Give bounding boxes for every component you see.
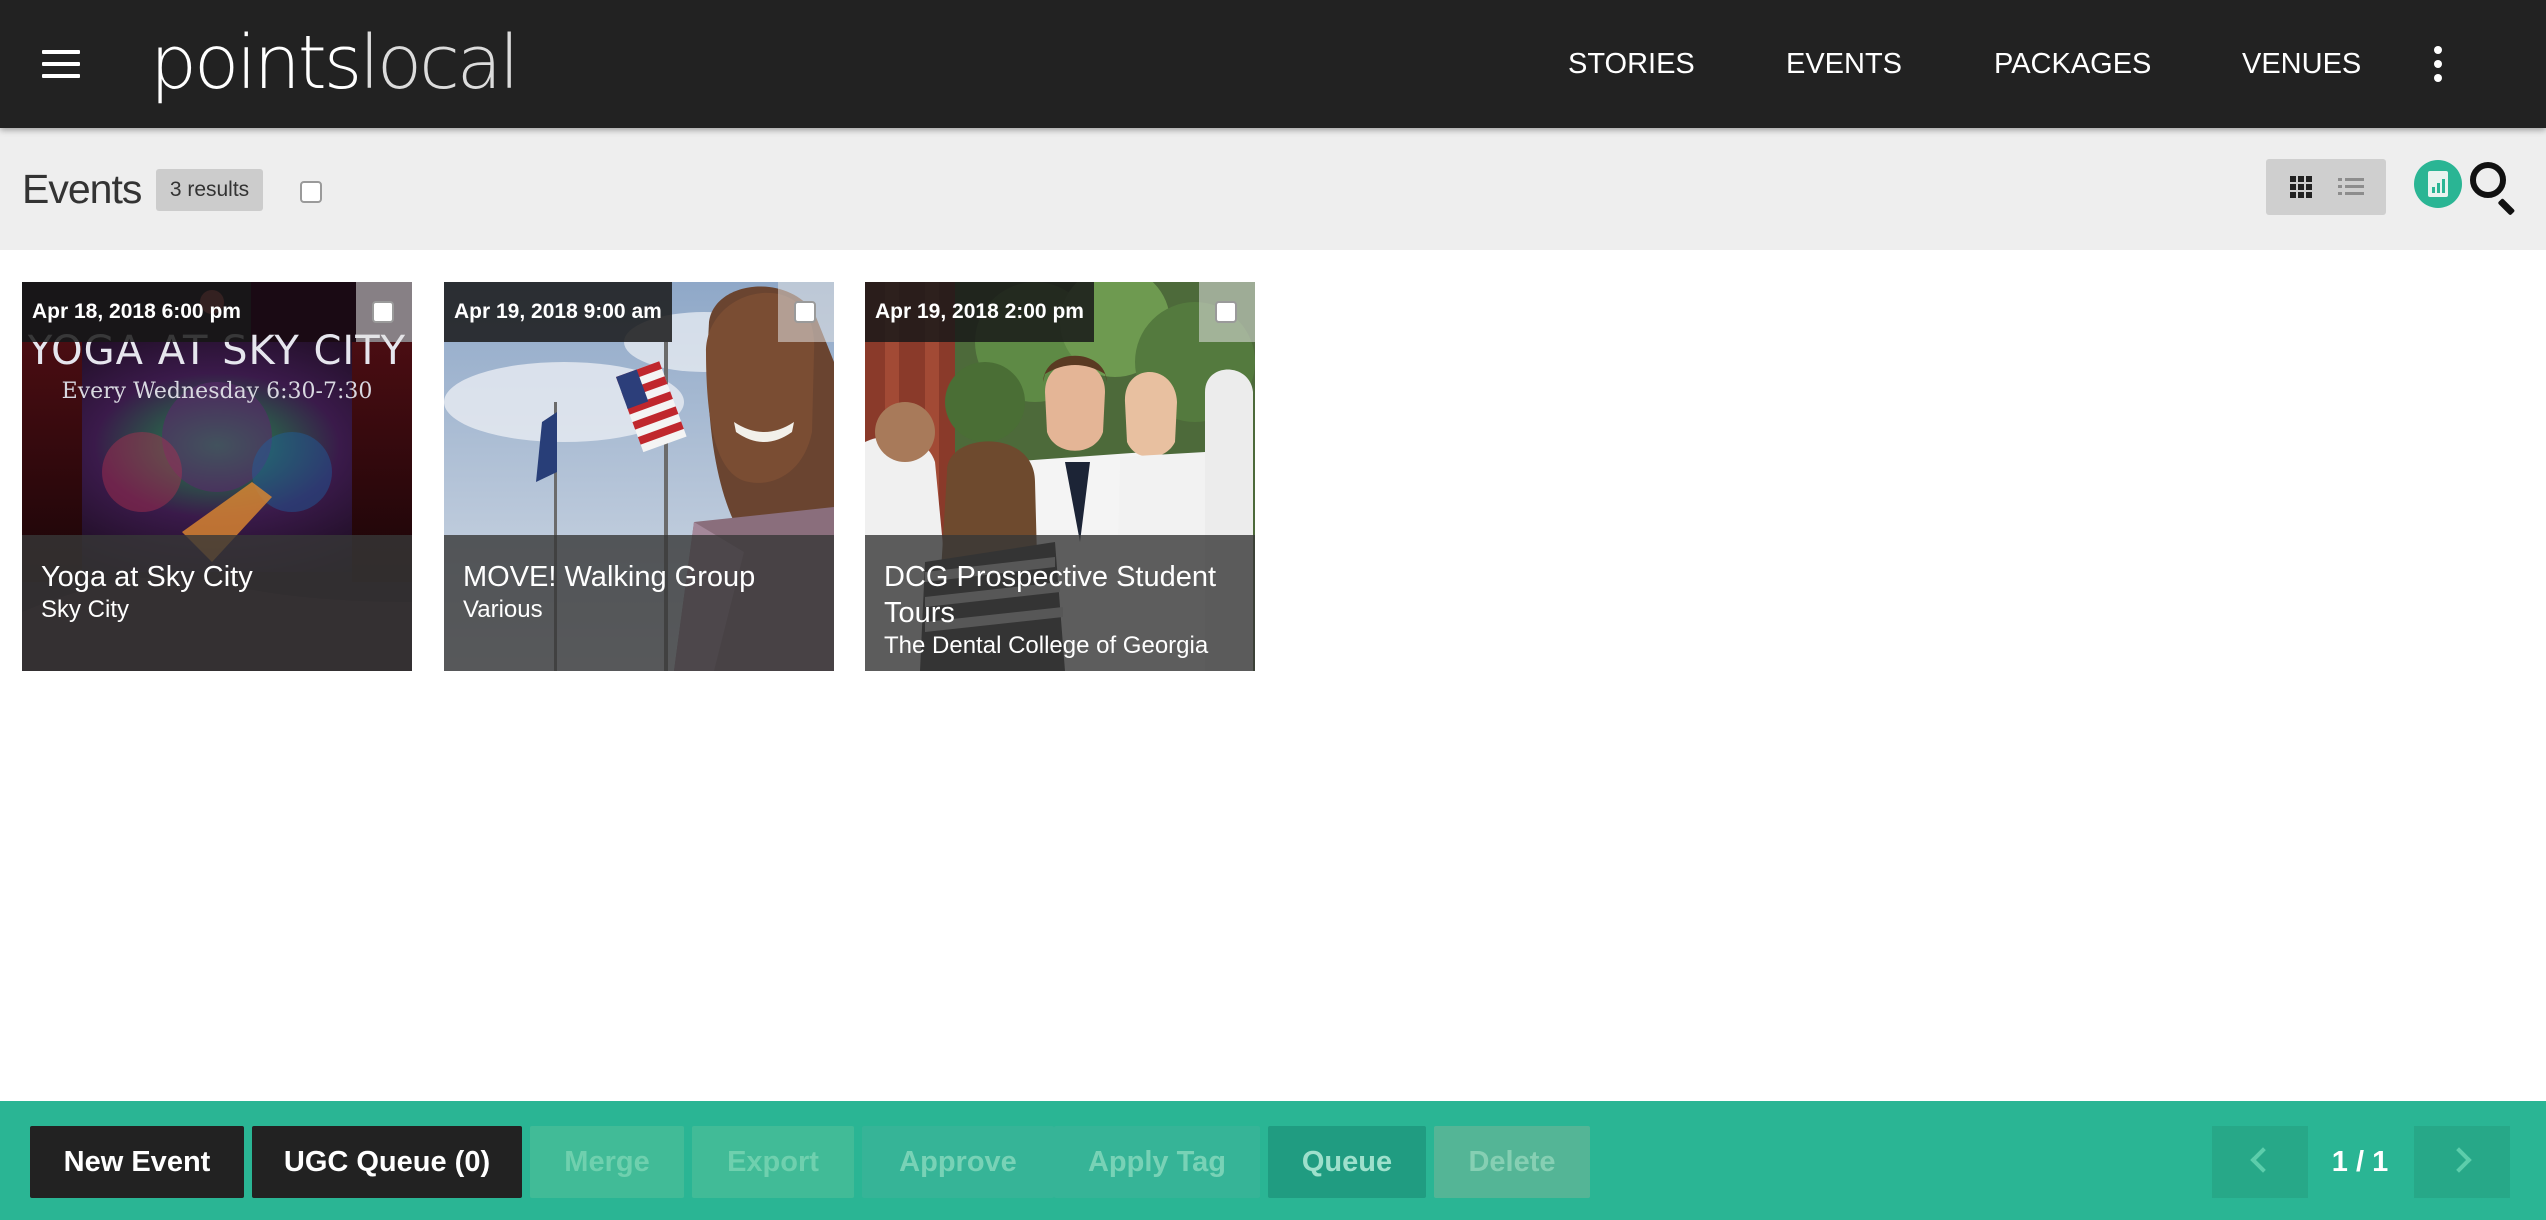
page-title: Events (22, 166, 142, 212)
view-toggle (2266, 159, 2386, 215)
event-card[interactable]: YOGA AT SKY CITY Every Wednesday 6:30-7:… (22, 282, 412, 671)
menu-icon[interactable] (42, 50, 80, 78)
toolbar (0, 128, 2546, 250)
event-title[interactable]: Yoga at Sky City (41, 559, 398, 595)
grid-view-icon[interactable] (2290, 176, 2312, 198)
more-vertical-icon[interactable] (2434, 46, 2442, 82)
chevron-right-icon[interactable] (2414, 1126, 2510, 1198)
nav-stories[interactable]: STORIES (1568, 44, 1695, 84)
event-date: Apr 19, 2018 9:00 am (444, 282, 672, 342)
top-navbar: pointslocal STORIES EVENTS PACKAGES VENU… (0, 0, 2546, 128)
page-indicator: 1 / 1 (2331, 1146, 2389, 1178)
card-checkbox-area (778, 282, 834, 342)
ugc-queue-button[interactable]: UGC Queue (0) (252, 1126, 522, 1198)
approve-button[interactable]: Approve (862, 1126, 1054, 1198)
svg-text:Every Wednesday 6:30-7:30: Every Wednesday 6:30-7:30 (62, 379, 373, 404)
results-count-badge: 3 results (156, 169, 263, 211)
card-checkbox-area (1199, 282, 1255, 342)
event-date: Apr 18, 2018 6:00 pm (22, 282, 251, 342)
search-icon[interactable] (2468, 160, 2520, 216)
merge-button[interactable]: Merge (530, 1126, 684, 1198)
delete-button[interactable]: Delete (1434, 1126, 1590, 1198)
chevron-left-icon[interactable] (2212, 1126, 2308, 1198)
event-card[interactable]: Apr 19, 2018 9:00 am MOVE! Walking Group… (444, 282, 834, 671)
nav-events[interactable]: EVENTS (1786, 44, 1902, 84)
queue-button[interactable]: Queue (1268, 1126, 1426, 1198)
event-caption: MOVE! Walking Group Various (444, 535, 834, 671)
event-venue: The Dental College of Georgia (884, 632, 1209, 659)
event-checkbox[interactable] (1215, 301, 1237, 323)
apply-tag-button[interactable]: Apply Tag (1054, 1126, 1260, 1198)
nav-packages[interactable]: PACKAGES (1994, 44, 2151, 84)
event-caption: DCG Prospective Student Tours The Dental… (865, 535, 1255, 671)
event-card[interactable]: Apr 19, 2018 2:00 pm DCG Prospective Stu… (865, 282, 1255, 671)
report-icon[interactable] (2414, 160, 2462, 208)
event-venue: Various (463, 596, 543, 623)
new-event-button[interactable]: New Event (30, 1126, 244, 1198)
event-date: Apr 19, 2018 2:00 pm (865, 282, 1094, 342)
nav-venues[interactable]: VENUES (2242, 44, 2361, 84)
export-button[interactable]: Export (692, 1126, 854, 1198)
list-view-icon[interactable] (2338, 176, 2364, 198)
event-title[interactable]: MOVE! Walking Group (463, 559, 820, 595)
event-caption: Yoga at Sky City Sky City (22, 535, 412, 671)
event-checkbox[interactable] (794, 301, 816, 323)
event-checkbox[interactable] (372, 301, 394, 323)
card-checkbox-area (356, 282, 412, 342)
select-all-checkbox[interactable] (300, 181, 322, 203)
event-venue: Sky City (41, 596, 130, 623)
event-title[interactable]: DCG Prospective Student Tours (884, 559, 1241, 631)
pointslocal-logo[interactable]: pointslocal (150, 18, 520, 108)
